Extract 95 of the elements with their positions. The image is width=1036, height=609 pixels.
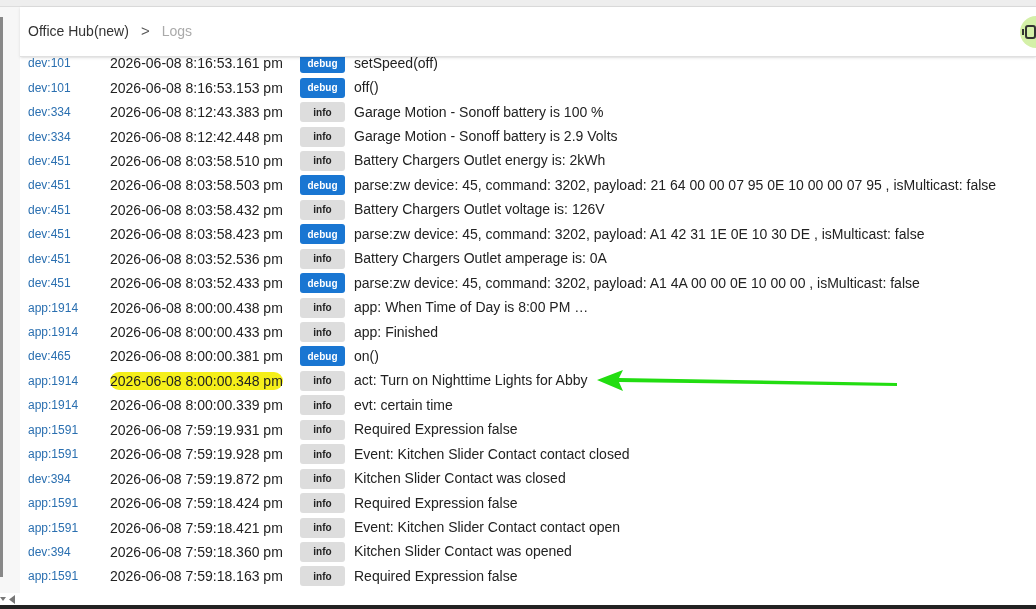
timestamp: 2026-06-08 7:59:18.163 pm [110, 568, 283, 585]
breadcrumb-separator: > [140, 21, 150, 42]
level-badge: info [300, 297, 345, 318]
timestamp: 2026-06-08 7:59:19.928 pm [110, 446, 283, 463]
timestamp: 2026-06-08 7:59:18.424 pm [110, 495, 283, 512]
level-badge: info [300, 370, 345, 391]
timestamp: 2026-06-08 8:03:52.536 pm [110, 250, 283, 267]
level-badge: debug [300, 57, 345, 74]
timestamp: 2026-06-08 8:00:00.438 pm [110, 299, 283, 316]
timestamp: 2026-06-08 8:16:53.161 pm [110, 57, 283, 72]
source-link[interactable]: dev:394 [20, 542, 110, 561]
source-link[interactable]: dev:334 [20, 127, 110, 146]
source-link[interactable]: dev:451 [20, 249, 110, 268]
timestamp: 2026-06-08 8:00:00.339 pm [110, 397, 283, 414]
level-badge: debug [300, 77, 345, 98]
log-message: Event: Kitchen Slider Contact contact open [354, 518, 621, 538]
scroll-down-arrow-icon[interactable] [0, 596, 6, 602]
log-message: Garage Motion - Sonoff battery is 100 % [354, 102, 604, 122]
source-link[interactable]: app:1591 [20, 518, 110, 537]
level-badge: info [300, 322, 345, 343]
source-link[interactable]: app:1591 [20, 420, 110, 439]
timestamp: 2026-06-08 8:12:43.383 pm [110, 104, 283, 121]
log-message: parse:zw device: 45, command: 3202, payload: A1 42 31 1E 0E 10 30 DE , isMulticast: false [354, 224, 925, 244]
log-message: Required Expression false [354, 420, 518, 440]
level-badge: info [300, 444, 345, 465]
log-message: Required Expression false [354, 493, 518, 513]
level-badge: debug [300, 273, 345, 294]
log-message: app: When Time of Day is 8:00 PM … [354, 298, 589, 318]
log-message: Required Expression false [354, 566, 518, 586]
log-message: setSpeed(off) [354, 57, 438, 73]
source-link[interactable]: app:1914 [20, 396, 110, 415]
level-badge: info [300, 126, 345, 147]
source-link[interactable]: dev:451 [20, 151, 110, 170]
source-link[interactable]: app:1591 [20, 567, 110, 586]
log-message: on() [354, 346, 379, 366]
log-message: Kitchen Slider Contact was opened [354, 542, 572, 562]
log-message: evt: certain time [354, 395, 453, 415]
log-message: act: Turn on Nighttime Lights for Abby [354, 371, 588, 391]
level-badge: debug [300, 175, 345, 196]
source-link[interactable]: dev:101 [20, 78, 110, 97]
scrollbar-thumb[interactable] [0, 17, 3, 577]
level-badge: info [300, 102, 345, 123]
source-link[interactable]: dev:451 [20, 225, 110, 244]
timestamp: 2026-06-08 8:03:58.432 pm [110, 201, 283, 218]
device-icon [1022, 23, 1036, 40]
source-link[interactable]: app:1914 [20, 323, 110, 342]
level-badge: info [300, 248, 345, 269]
level-badge: info [300, 150, 345, 171]
timestamp: 2026-06-08 8:12:42.448 pm [110, 128, 283, 145]
source-link[interactable]: dev:451 [20, 274, 110, 293]
source-link[interactable]: dev:394 [20, 469, 110, 488]
source-link[interactable]: dev:451 [20, 200, 110, 219]
log-message: Kitchen Slider Contact was closed [354, 469, 566, 489]
timestamp: 2026-06-08 7:59:18.421 pm [110, 519, 283, 536]
timestamp: 2026-06-08 8:00:00.433 pm [110, 324, 283, 341]
log-message: parse:zw device: 45, command: 3202, payload: A1 4A 00 00 0E 10 00 00 , isMulticast: false [354, 273, 920, 293]
highlighted-timestamp: 2026-06-08 8:00:00.348 pm [110, 371, 283, 390]
level-badge: info [300, 199, 345, 220]
timestamp: 2026-06-08 8:03:52.433 pm [110, 275, 283, 292]
level-badge: info [300, 517, 345, 538]
log-message: app: Finished [354, 322, 439, 342]
timestamp: 2026-06-08 8:00:00.381 pm [110, 348, 283, 365]
timestamp: 2026-06-08 8:03:58.423 pm [110, 226, 283, 243]
level-badge: info [300, 419, 345, 440]
log-message: parse:zw device: 45, command: 3202, payload: 21 64 00 00 07 95 0E 10 00 00 07 95 , isMulticast: false [354, 175, 997, 195]
timestamp: 2026-06-08 7:59:19.931 pm [110, 421, 283, 438]
log-message: Event: Kitchen Slider Contact contact closed [354, 444, 630, 464]
timestamp: 2026-06-08 7:59:19.872 pm [110, 470, 283, 487]
level-badge: info [300, 468, 345, 489]
log-message: Battery Chargers Outlet voltage is: 126V [354, 200, 605, 220]
level-badge: info [300, 541, 345, 562]
log-message: Battery Chargers Outlet amperage is: 0A [354, 249, 607, 269]
breadcrumb-link[interactable]: Office Hub(new) [28, 21, 129, 42]
source-link[interactable]: dev:451 [20, 176, 110, 195]
level-badge: info [300, 395, 345, 416]
level-badge: debug [300, 224, 345, 245]
timestamp: 2026-06-08 8:03:58.503 pm [110, 177, 283, 194]
timestamp: 2026-06-08 8:16:53.153 pm [110, 79, 283, 96]
source-link[interactable]: app:1914 [20, 371, 110, 390]
timestamp: 2026-06-08 7:59:18.360 pm [110, 543, 283, 560]
scroll-left-arrow-icon[interactable] [8, 594, 16, 604]
log-message: off() [354, 78, 379, 98]
log-message: Battery Chargers Outlet energy is: 2kWh [354, 151, 606, 171]
source-link[interactable]: app:1591 [20, 494, 110, 513]
level-badge: info [300, 566, 345, 587]
source-link[interactable]: dev:101 [20, 57, 110, 73]
level-badge: info [300, 493, 345, 514]
source-link[interactable]: app:1591 [20, 445, 110, 464]
breadcrumb-current: Logs [161, 22, 193, 41]
level-badge: debug [300, 346, 345, 367]
source-link[interactable]: dev:334 [20, 103, 110, 122]
log-message: Garage Motion - Sonoff battery is 2.9 Volts [354, 127, 618, 147]
timestamp: 2026-06-08 8:03:58.510 pm [110, 152, 283, 169]
source-link[interactable]: app:1914 [20, 298, 110, 317]
source-link[interactable]: dev:465 [20, 347, 110, 366]
